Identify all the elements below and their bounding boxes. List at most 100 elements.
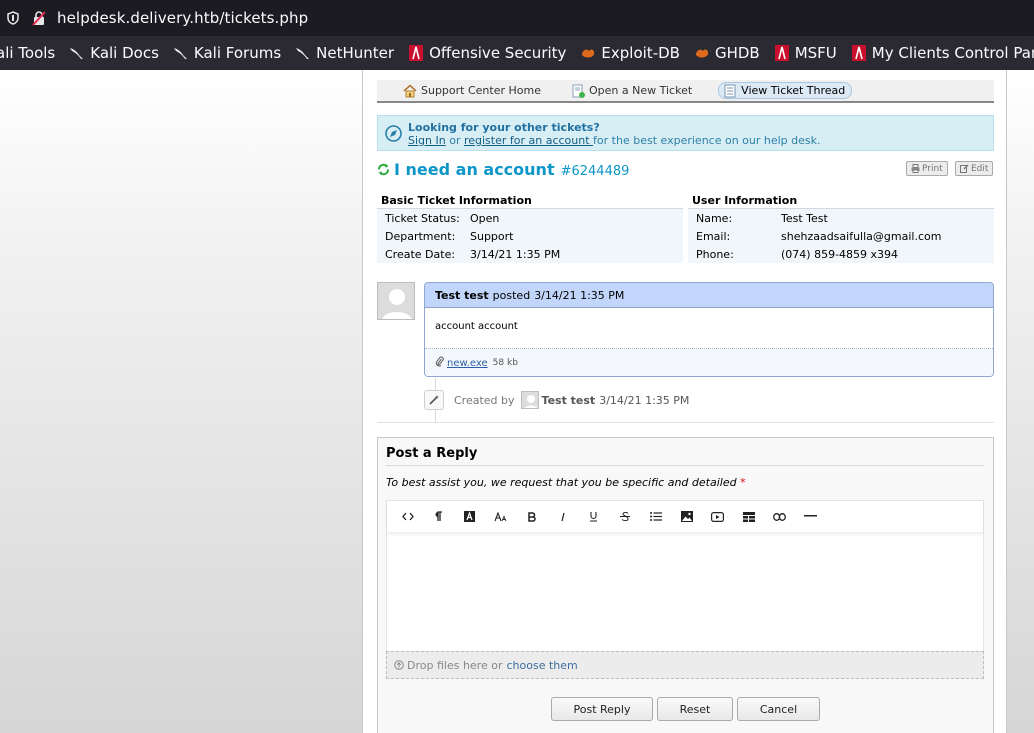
paragraph-icon[interactable] <box>428 506 449 527</box>
instructions-text: To best assist you, we request that you … <box>386 476 737 489</box>
user-silhouette-icon <box>524 395 537 408</box>
offsec-icon <box>408 45 424 61</box>
ticket-title: I need an account #6244489 <box>377 160 629 179</box>
info-value: 3/14/21 1:35 PM <box>470 247 561 261</box>
divider <box>377 422 994 423</box>
info-row: Department: Support <box>377 227 683 245</box>
nav-support-home[interactable]: Support Center Home <box>399 82 545 99</box>
bookmark-nethunter[interactable]: NetHunter <box>295 44 394 62</box>
edit-button[interactable]: Edit <box>955 161 994 176</box>
info-key: Email: <box>696 229 731 243</box>
paperclip-icon <box>435 356 444 370</box>
info-key: Department: <box>385 229 456 243</box>
bookmark-ghdb[interactable]: GHDB <box>694 44 760 62</box>
print-icon <box>911 164 920 173</box>
required-mark: * <box>740 476 746 489</box>
entry-header: Test test posted 3/14/21 1:35 PM <box>425 283 993 308</box>
font-size-icon[interactable] <box>490 506 511 527</box>
choose-files-link[interactable]: choose them <box>506 659 577 672</box>
bookmark-kali-docs[interactable]: Kali Docs <box>69 44 159 62</box>
link-icon[interactable] <box>769 506 790 527</box>
browser-url-bar: helpdesk.delivery.htb/tickets.php <box>0 0 1034 36</box>
kali-dragon-icon <box>295 45 311 61</box>
italic-icon[interactable] <box>552 506 573 527</box>
compass-icon <box>385 125 402 142</box>
tracking-shield-icon[interactable] <box>4 9 22 27</box>
post-reply-button[interactable]: Post Reply <box>551 697 653 721</box>
underline-icon[interactable] <box>583 506 604 527</box>
table-icon[interactable] <box>738 506 759 527</box>
bookmark-label: Kali Forums <box>193 44 282 62</box>
bookmark-label: Exploit-DB <box>601 44 680 62</box>
ticket-subject: I need an account <box>394 160 555 179</box>
html-code-icon[interactable] <box>397 506 418 527</box>
edit-label: Edit <box>971 163 989 174</box>
exploitdb-icon <box>580 45 596 61</box>
entry-posted-label: posted <box>492 288 531 302</box>
basic-info-heading: Basic Ticket Information <box>377 194 683 209</box>
nav-label: View Ticket Thread <box>741 84 846 97</box>
offsec-icon <box>851 45 867 61</box>
info-value: Test Test <box>781 211 828 225</box>
image-icon[interactable] <box>676 506 697 527</box>
info-value: Open <box>470 211 500 225</box>
bookmark-exploit-db[interactable]: Exploit-DB <box>580 44 680 62</box>
notice-tail: for the best experience on our help desk… <box>593 134 821 147</box>
unordered-list-icon[interactable] <box>645 506 666 527</box>
bookmark-label: Offensive Security <box>429 44 567 62</box>
bookmark-label: MSFU <box>794 44 837 62</box>
reset-button[interactable]: Reset <box>657 697 733 721</box>
horizontal-rule-icon[interactable] <box>800 506 821 527</box>
register-link[interactable]: register for an account <box>464 134 593 147</box>
event-date: 3/14/21 1:35 PM <box>599 393 690 407</box>
info-row: Create Date: 3/14/21 1:35 PM <box>377 245 683 263</box>
bold-icon[interactable] <box>521 506 542 527</box>
attachment-link[interactable]: new.exe <box>447 358 488 369</box>
text-color-icon[interactable] <box>459 506 480 527</box>
upload-icon <box>394 660 404 670</box>
strikethrough-icon[interactable] <box>614 506 635 527</box>
print-button[interactable]: Print <box>906 161 948 176</box>
bookmark-offensive-security[interactable]: Offensive Security <box>408 44 566 62</box>
entry-attachments: new.exe 58 kb <box>425 349 993 376</box>
reply-instructions: To best assist you, we request that you … <box>386 476 746 489</box>
notice-heading: Looking for your other tickets? <box>408 121 600 134</box>
url-field[interactable]: helpdesk.delivery.htb/tickets.php <box>57 9 308 27</box>
sign-in-link[interactable]: Sign In <box>408 134 446 147</box>
cancel-button[interactable]: Cancel <box>737 697 820 721</box>
info-key: Create Date: <box>385 247 456 261</box>
avatar <box>377 282 415 320</box>
offsec-icon <box>774 45 790 61</box>
rich-text-editor[interactable] <box>386 500 984 652</box>
info-key: Ticket Status: <box>385 211 460 225</box>
nav-view-thread[interactable]: View Ticket Thread <box>718 82 853 99</box>
main-container: Support Center Home Open a New Ticket Vi… <box>362 70 1007 733</box>
attachment-size: 58 kb <box>492 358 518 368</box>
bookmark-my-clients[interactable]: My Clients Control Pan… <box>851 44 1034 62</box>
notice-line: Sign In or register for an account for t… <box>408 134 821 147</box>
bookmarks-bar: ali Tools Kali Docs Kali Forums NetHunte… <box>0 36 1034 70</box>
kali-dragon-icon <box>173 45 189 61</box>
user-info-heading: User Information <box>688 194 994 209</box>
bookmark-kali-tools[interactable]: ali Tools <box>0 44 55 62</box>
bookmark-kali-forums[interactable]: Kali Forums <box>173 44 281 62</box>
bookmark-label: Kali Docs <box>90 44 159 62</box>
notice-or: or <box>445 134 464 147</box>
info-row: Name: Test Test <box>688 209 994 227</box>
user-silhouette-icon <box>382 289 412 319</box>
entry-body: account account <box>425 308 993 349</box>
bookmark-label: GHDB <box>714 44 760 62</box>
nav-label: Open a New Ticket <box>589 84 693 97</box>
refresh-icon[interactable] <box>377 163 390 176</box>
nav-open-ticket[interactable]: Open a New Ticket <box>567 82 696 99</box>
file-dropzone[interactable]: Drop files here or choose them <box>386 651 984 679</box>
bookmark-label: NetHunter <box>316 44 395 62</box>
top-nav: Support Center Home Open a New Ticket Vi… <box>377 80 994 103</box>
info-value: Support <box>470 229 514 243</box>
avatar <box>520 391 539 409</box>
video-icon[interactable] <box>707 506 728 527</box>
info-key: Phone: <box>696 247 734 261</box>
user-info: User Information Name: Test Test Email: sh… <box>688 194 994 263</box>
bookmark-msfu[interactable]: MSFU <box>774 44 837 62</box>
insecure-lock-icon[interactable] <box>30 9 48 27</box>
